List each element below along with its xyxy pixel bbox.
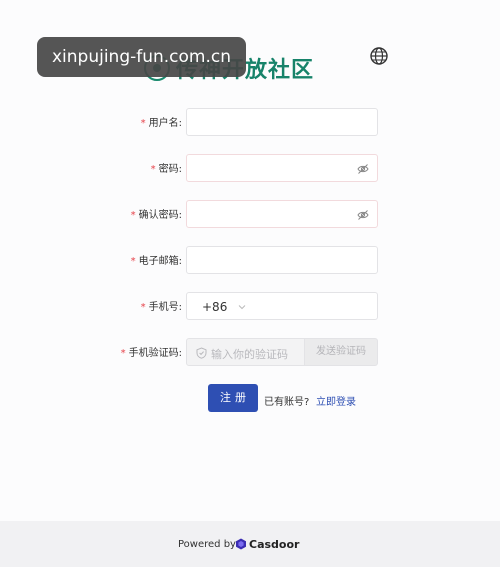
footer: Powered by Casdoor: [0, 521, 500, 567]
powered-by-text: Powered by: [178, 539, 236, 550]
code-row: * 手机验证码: 输入你的验证码 发送验证码: [0, 338, 500, 368]
confirm-password-input[interactable]: [186, 200, 378, 228]
verification-code-input[interactable]: 输入你的验证码: [186, 338, 305, 366]
code-label: * 手机验证码:: [120, 348, 182, 359]
eye-off-icon[interactable]: [357, 209, 369, 221]
watermark-banner: xinpujing-fun.com.cn: [37, 37, 246, 77]
login-link[interactable]: 立即登录: [316, 393, 356, 408]
send-code-button[interactable]: 发送验证码: [304, 338, 378, 366]
country-code-value: +86: [202, 300, 228, 314]
register-button[interactable]: 注册: [208, 384, 258, 412]
email-input[interactable]: [186, 246, 378, 274]
have-account-text: 已有账号?: [264, 397, 310, 408]
eye-off-icon[interactable]: [357, 163, 369, 175]
chevron-down-icon: [238, 305, 246, 310]
phone-label: * 手机号:: [140, 302, 182, 313]
password-input[interactable]: [186, 154, 378, 182]
country-code-select[interactable]: +86: [186, 292, 254, 320]
email-label: * 电子邮箱:: [130, 256, 182, 267]
globe-icon[interactable]: [369, 46, 389, 66]
confirm-password-row: * 确认密码:: [0, 200, 500, 230]
casdoor-brand[interactable]: Casdoor: [249, 538, 299, 551]
verification-code-placeholder: 输入你的验证码: [211, 348, 288, 361]
password-label: * 密码:: [150, 164, 182, 175]
casdoor-logo-icon: [236, 538, 246, 550]
username-input[interactable]: [186, 108, 378, 136]
shield-icon: [196, 347, 207, 359]
username-row: * 用户名:: [0, 108, 500, 138]
phone-row: * 手机号: +86: [0, 292, 500, 322]
phone-input[interactable]: [253, 292, 378, 320]
email-row: * 电子邮箱:: [0, 246, 500, 276]
password-row: * 密码:: [0, 154, 500, 184]
username-label: * 用户名:: [140, 118, 182, 129]
signup-page: 传神开放社区 xinpujing-fun.com.cn *用户名: *密码: *…: [0, 0, 500, 567]
confirm-password-label: * 确认密码:: [130, 210, 182, 221]
